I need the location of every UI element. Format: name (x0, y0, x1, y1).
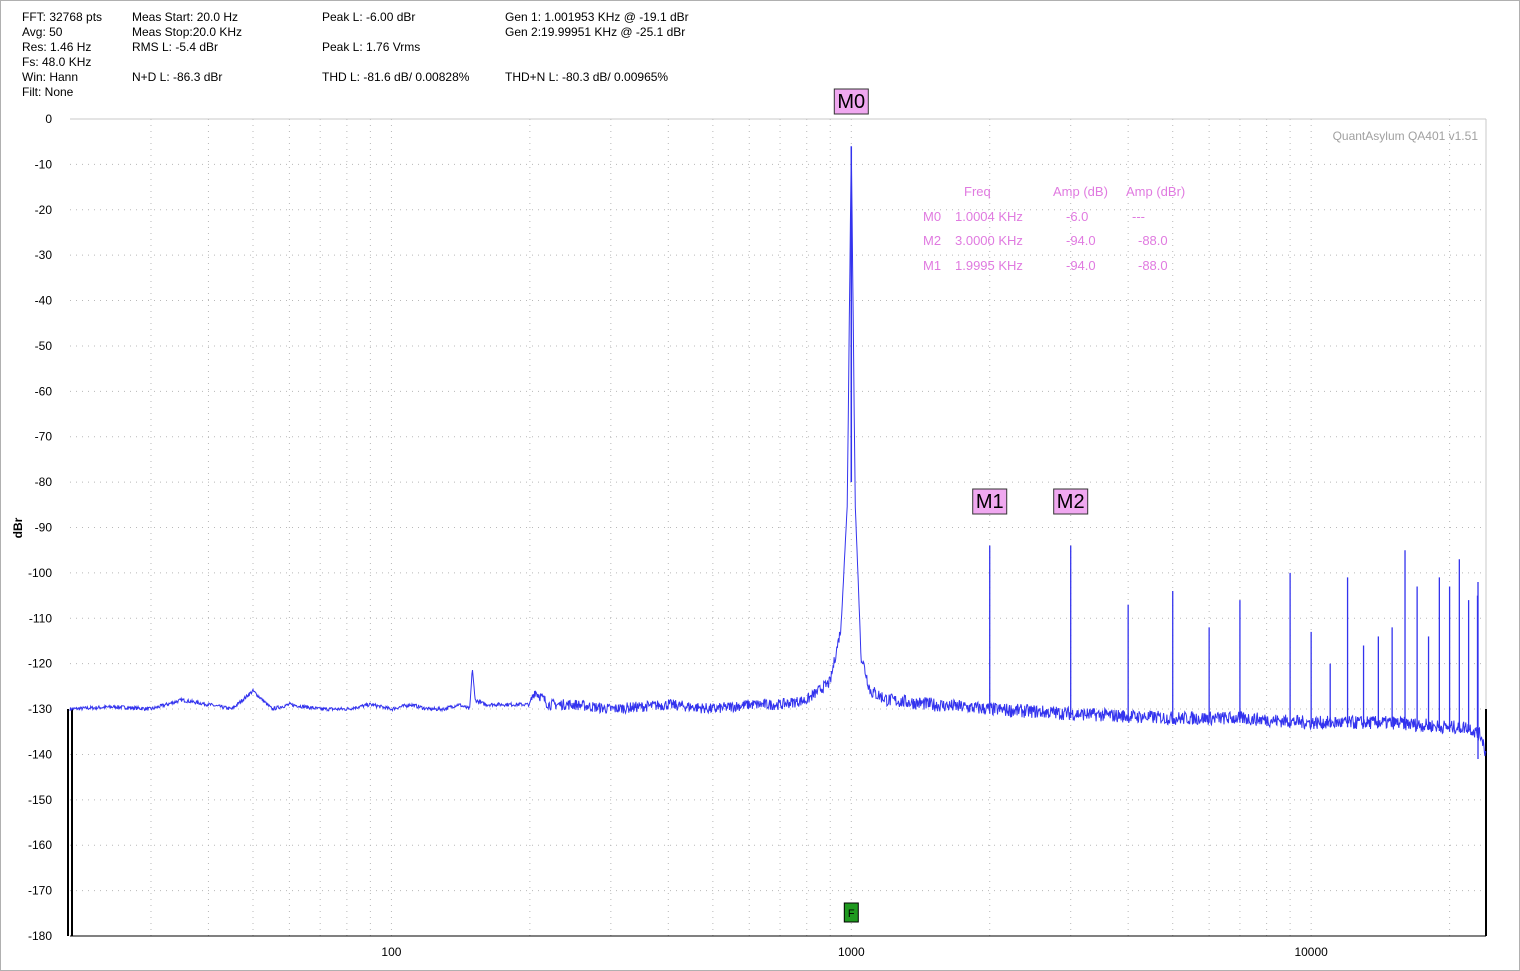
table-row-freq: 1.0004 KHz (955, 209, 1023, 224)
table-row-amp-dbr: --- (1132, 209, 1145, 224)
table-row-name: M2 (923, 233, 941, 248)
f-marker-label: F (848, 908, 855, 920)
y-tick-label: -130 (28, 702, 52, 716)
y-tick-label: -160 (28, 838, 52, 852)
y-tick-label: -110 (29, 611, 52, 625)
marker-m0-label: M0 (837, 91, 865, 113)
marker-table: Freq Amp (dB) Amp (dBr) M0 1.0004 KHz -6… (923, 184, 1185, 273)
y-tick-label: 0 (45, 112, 52, 126)
table-row-amp-db: -94.0 (1066, 233, 1096, 248)
marker-m2-label: M2 (1057, 491, 1085, 513)
watermark: QuantAsylum QA401 v1.51 (1333, 129, 1479, 143)
table-header-amp-dbr: Amp (dBr) (1126, 184, 1185, 199)
table-row-name: M1 (923, 258, 941, 273)
table-row-freq: 3.0000 KHz (955, 233, 1023, 248)
grid (67, 118, 1487, 937)
y-tick-label: -120 (28, 657, 52, 671)
markers: M0 M1 M2 (833, 88, 1089, 515)
y-axis-label: dBr (11, 517, 25, 538)
table-row-amp-dbr: -88.0 (1138, 233, 1168, 248)
y-tick-label: -170 (28, 884, 52, 898)
y-tick-label: -60 (35, 384, 53, 398)
f-marker: F (843, 902, 859, 923)
y-tick-label: -10 (35, 157, 53, 171)
y-tick-label: -80 (35, 475, 53, 489)
spectrum-chart: 0 -10 -20 -30 -40 -50 -60 -70 -80 -90 -100 -110 -120… (11, 88, 1487, 959)
table-row-freq: 1.9995 KHz (955, 258, 1023, 273)
y-tick-label: -150 (28, 793, 52, 807)
y-tick-label: -70 (35, 430, 53, 444)
table-row-amp-dbr: -88.0 (1138, 258, 1168, 273)
y-tick-label: -180 (28, 929, 52, 943)
y-tick-label: -40 (35, 294, 53, 308)
y-tick-label: -90 (35, 521, 53, 535)
y-tick-label: -50 (35, 339, 53, 353)
table-row-amp-db: -6.0 (1066, 209, 1088, 224)
table-header-amp-db: Amp (dB) (1053, 184, 1108, 199)
spectrum-trace (69, 146, 1487, 759)
x-tick-labels: 100 1000 10000 (381, 945, 1328, 959)
table-row-amp-db: -94.0 (1066, 258, 1096, 273)
y-tick-label: -30 (35, 248, 53, 262)
y-tick-labels: 0 -10 -20 -30 -40 -50 -60 -70 -80 -90 -100 -110 -120… (28, 112, 52, 943)
table-row-name: M0 (923, 209, 941, 224)
y-tick-label: -140 (28, 747, 52, 761)
y-tick-label: -20 (35, 203, 53, 217)
marker-m1-label: M1 (976, 491, 1004, 513)
x-tick-label: 10000 (1294, 945, 1328, 959)
x-tick-label: 1000 (838, 945, 865, 959)
x-tick-label: 100 (381, 945, 401, 959)
y-tick-label: -100 (28, 566, 52, 580)
table-header-freq: Freq (964, 184, 991, 199)
